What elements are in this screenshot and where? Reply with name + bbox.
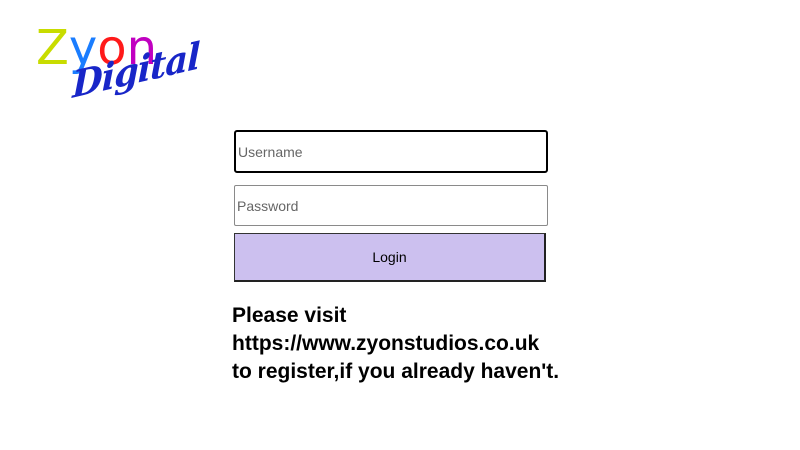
notice-line: https://www.zyonstudios.co.uk [232,332,540,355]
notice-line: to register,if you already haven't. [232,360,560,383]
password-input[interactable] [234,185,548,226]
registration-notice: Please visit https://www.zyonstudios.co.… [232,302,772,386]
login-button[interactable]: Login [234,233,546,282]
username-input[interactable] [234,130,548,173]
logo-letter: Z [36,20,69,76]
notice-line: Please visit [232,304,347,327]
zyon-digital-logo: Zyon Digital [30,20,200,132]
